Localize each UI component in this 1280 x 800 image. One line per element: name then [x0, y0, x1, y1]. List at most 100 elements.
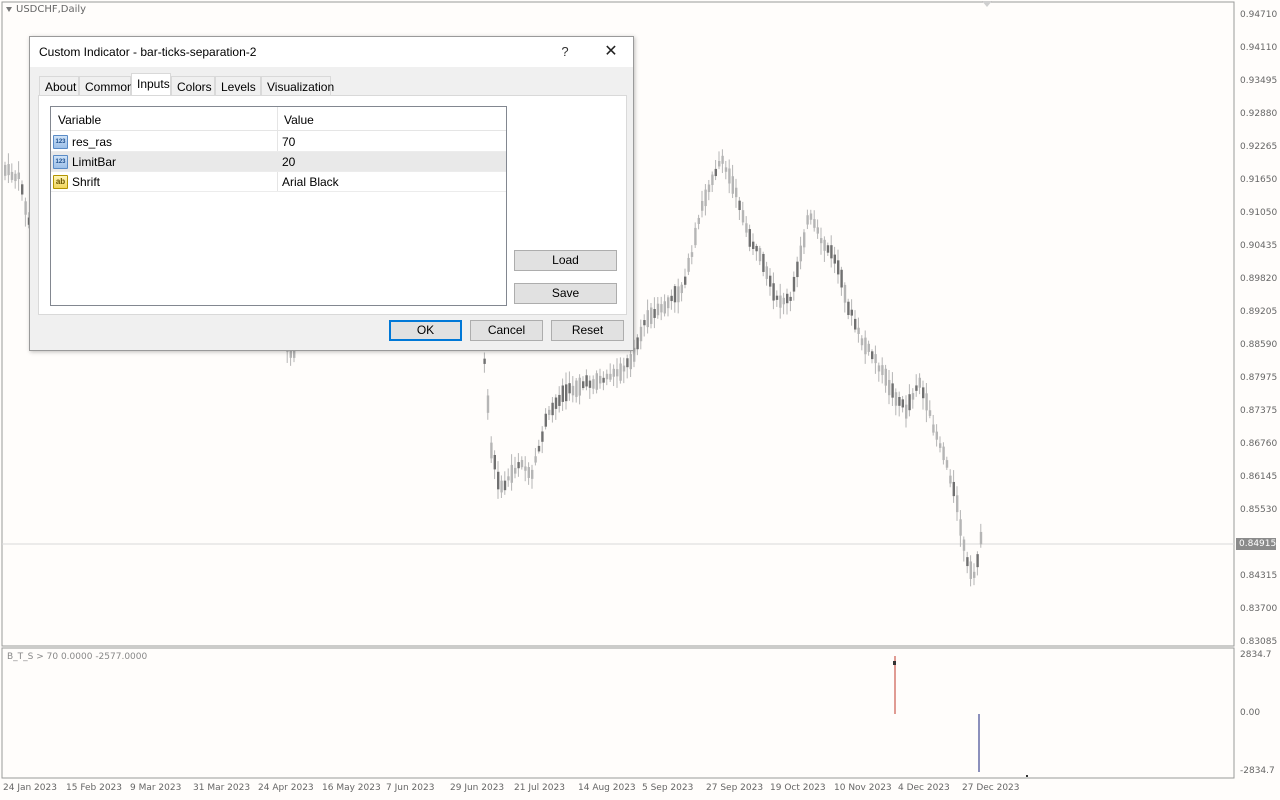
date-tick-label: 29 Jun 2023	[450, 783, 505, 793]
candle-body	[966, 557, 969, 567]
candle-body	[524, 466, 527, 471]
row-variable: Shrift	[72, 175, 101, 189]
date-tick-label: 10 Nov 2023	[834, 783, 892, 793]
candle-body	[775, 295, 779, 300]
candle-body	[945, 460, 949, 468]
candle-body	[578, 377, 581, 396]
candle-body	[823, 239, 826, 251]
candle-body	[935, 431, 938, 440]
candle-body	[643, 320, 646, 326]
tab-about[interactable]: About	[39, 76, 79, 96]
candle-body	[843, 284, 847, 303]
date-tick-label: 14 Aug 2023	[578, 783, 636, 793]
candle-body	[4, 164, 7, 176]
candle-body	[694, 227, 697, 246]
header-variable: Variable	[58, 113, 102, 127]
price-tick-label: 0.94710	[1240, 10, 1278, 20]
collapse-triangle-icon[interactable]	[6, 6, 12, 12]
candle-body	[690, 252, 694, 257]
candle-body	[769, 275, 772, 287]
candle-body	[636, 337, 639, 350]
help-button[interactable]: ?	[550, 37, 580, 67]
candle-body	[497, 471, 500, 490]
current-price-badge: 0.84915	[1236, 538, 1276, 550]
row-value[interactable]: 70	[282, 135, 295, 149]
candle-body	[680, 284, 683, 294]
candle-body	[575, 380, 578, 397]
tab-colors[interactable]: Colors	[171, 76, 215, 96]
reset-button[interactable]: Reset	[551, 320, 624, 341]
candle-body	[969, 561, 972, 579]
candle-body	[697, 217, 700, 225]
candle-body	[721, 155, 724, 164]
candle-body	[558, 394, 561, 406]
candle-body	[653, 309, 656, 318]
candle-body	[939, 443, 942, 448]
candle-body	[847, 301, 850, 316]
candle-body	[548, 409, 551, 415]
candle-body	[619, 363, 622, 381]
candle-body	[918, 377, 921, 388]
table-row[interactable]: ab Shrift Arial Black	[51, 172, 506, 192]
candle-body	[602, 377, 605, 383]
row-value[interactable]: 20	[282, 155, 295, 169]
candle-body	[629, 354, 632, 370]
candle-body	[517, 462, 520, 469]
candle-body	[503, 480, 507, 491]
tab-levels[interactable]: Levels	[215, 76, 261, 96]
candle-body	[701, 200, 704, 211]
table-row[interactable]: 123 res_ras 70	[51, 132, 506, 152]
candle-body	[568, 383, 571, 394]
price-tick-label: 0.83700	[1240, 604, 1278, 614]
tab-common[interactable]: Common	[79, 76, 134, 96]
save-button[interactable]: Save	[514, 283, 617, 304]
row-value[interactable]: Arial Black	[282, 175, 339, 189]
candle-body	[520, 459, 524, 468]
tab-visualization[interactable]: Visualization	[261, 76, 334, 96]
candle-body	[738, 200, 741, 211]
candle-body	[857, 327, 860, 334]
table-row[interactable]: 123 LimitBar 20	[51, 152, 506, 172]
candle-body	[656, 303, 660, 316]
candle-body	[959, 519, 962, 536]
candle-body	[500, 480, 503, 493]
candle-body	[585, 375, 588, 387]
candle-body	[10, 171, 14, 180]
cancel-button[interactable]: Cancel	[470, 320, 543, 341]
date-tick-label: 31 Mar 2023	[193, 783, 251, 793]
shift-marker[interactable]	[982, 1, 992, 7]
candle-body	[646, 310, 649, 328]
candle-body	[813, 219, 816, 228]
symbol-label: USDCHF,Daily	[6, 4, 86, 15]
indicator-tick-label: 2834.7	[1240, 650, 1272, 660]
candle-body	[483, 358, 486, 364]
candle-body	[660, 304, 663, 313]
inputs-table[interactable]: Variable Value 123 res_ras 70 123 LimitB…	[50, 106, 507, 306]
ok-button[interactable]: OK	[389, 320, 462, 341]
price-tick-label: 0.90435	[1240, 241, 1278, 251]
candle-body	[884, 368, 887, 386]
candle-body	[826, 245, 830, 253]
candle-body	[867, 343, 870, 352]
load-button[interactable]: Load	[514, 250, 617, 271]
candle-body	[650, 307, 653, 324]
candle-body	[779, 295, 782, 308]
candle-body	[561, 385, 564, 402]
tab-inputs[interactable]: Inputs	[131, 73, 171, 96]
candle-body	[840, 269, 843, 288]
candle-body	[782, 297, 785, 305]
candle-body	[14, 173, 17, 182]
candle-body	[7, 164, 10, 176]
candle-body	[942, 446, 945, 461]
dialog-titlebar[interactable]: Custom Indicator - bar-ticks-separation-…	[30, 37, 633, 67]
candle-body	[677, 286, 680, 303]
candle-body	[860, 338, 864, 346]
price-tick-label: 0.92880	[1240, 109, 1278, 119]
indicator-label: B_T_S > 70 0.0000 -2577.0000	[7, 652, 148, 662]
candle-body	[741, 210, 745, 223]
candle-body	[639, 326, 643, 342]
candle-body	[901, 399, 904, 408]
price-tick-label: 0.86145	[1240, 472, 1278, 482]
price-tick-label: 0.91650	[1240, 175, 1278, 185]
close-button[interactable]: ✕	[592, 37, 630, 67]
